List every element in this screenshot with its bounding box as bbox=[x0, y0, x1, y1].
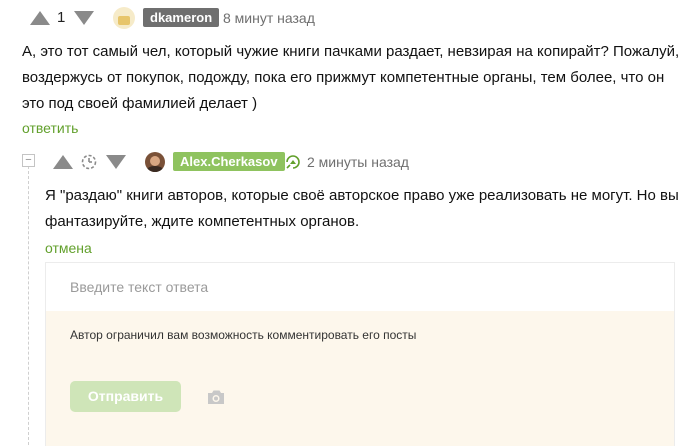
username-badge[interactable]: Alex.Cherkasov bbox=[173, 152, 285, 171]
comment-text: Я "раздаю" книги авторов, которые своё а… bbox=[45, 187, 679, 230]
reply-input-placeholder: Введите текст ответа bbox=[70, 279, 209, 295]
avatar[interactable] bbox=[113, 7, 135, 29]
comment-time: 8 минут назад bbox=[223, 10, 315, 26]
restriction-notice: Автор ограничил вам возможность комменти… bbox=[46, 311, 674, 446]
comment-time: 2 минуты назад bbox=[307, 154, 409, 170]
upvote-icon[interactable] bbox=[30, 11, 50, 25]
rating-value: 1 bbox=[57, 9, 66, 26]
author-icon bbox=[286, 155, 300, 169]
restriction-text: Автор ограничил вам возможность комменти… bbox=[70, 328, 417, 342]
comment-text: А, это тот самый чел, который чужие книг… bbox=[22, 43, 680, 112]
submit-button-label: Отправить bbox=[87, 388, 164, 404]
camera-icon[interactable] bbox=[206, 388, 226, 406]
comment-1: 1 dkameron 8 минут назад А, это тот самы… bbox=[0, 0, 700, 140]
downvote-icon[interactable] bbox=[106, 155, 126, 169]
comment-2: Alex.Cherkasov 2 минуты назад Я "раздаю"… bbox=[0, 145, 700, 265]
submit-button[interactable]: Отправить bbox=[70, 381, 181, 412]
cancel-link[interactable]: отмена bbox=[45, 240, 92, 256]
timer-icon bbox=[81, 154, 97, 170]
reply-input[interactable]: Введите текст ответа bbox=[46, 263, 674, 311]
reply-link[interactable]: ответить bbox=[22, 120, 78, 136]
reply-form: Введите текст ответа Автор ограничил вам… bbox=[45, 262, 675, 446]
username-badge[interactable]: dkameron bbox=[143, 8, 220, 27]
downvote-icon[interactable] bbox=[74, 11, 94, 25]
avatar[interactable] bbox=[145, 152, 165, 172]
upvote-icon[interactable] bbox=[53, 155, 73, 169]
